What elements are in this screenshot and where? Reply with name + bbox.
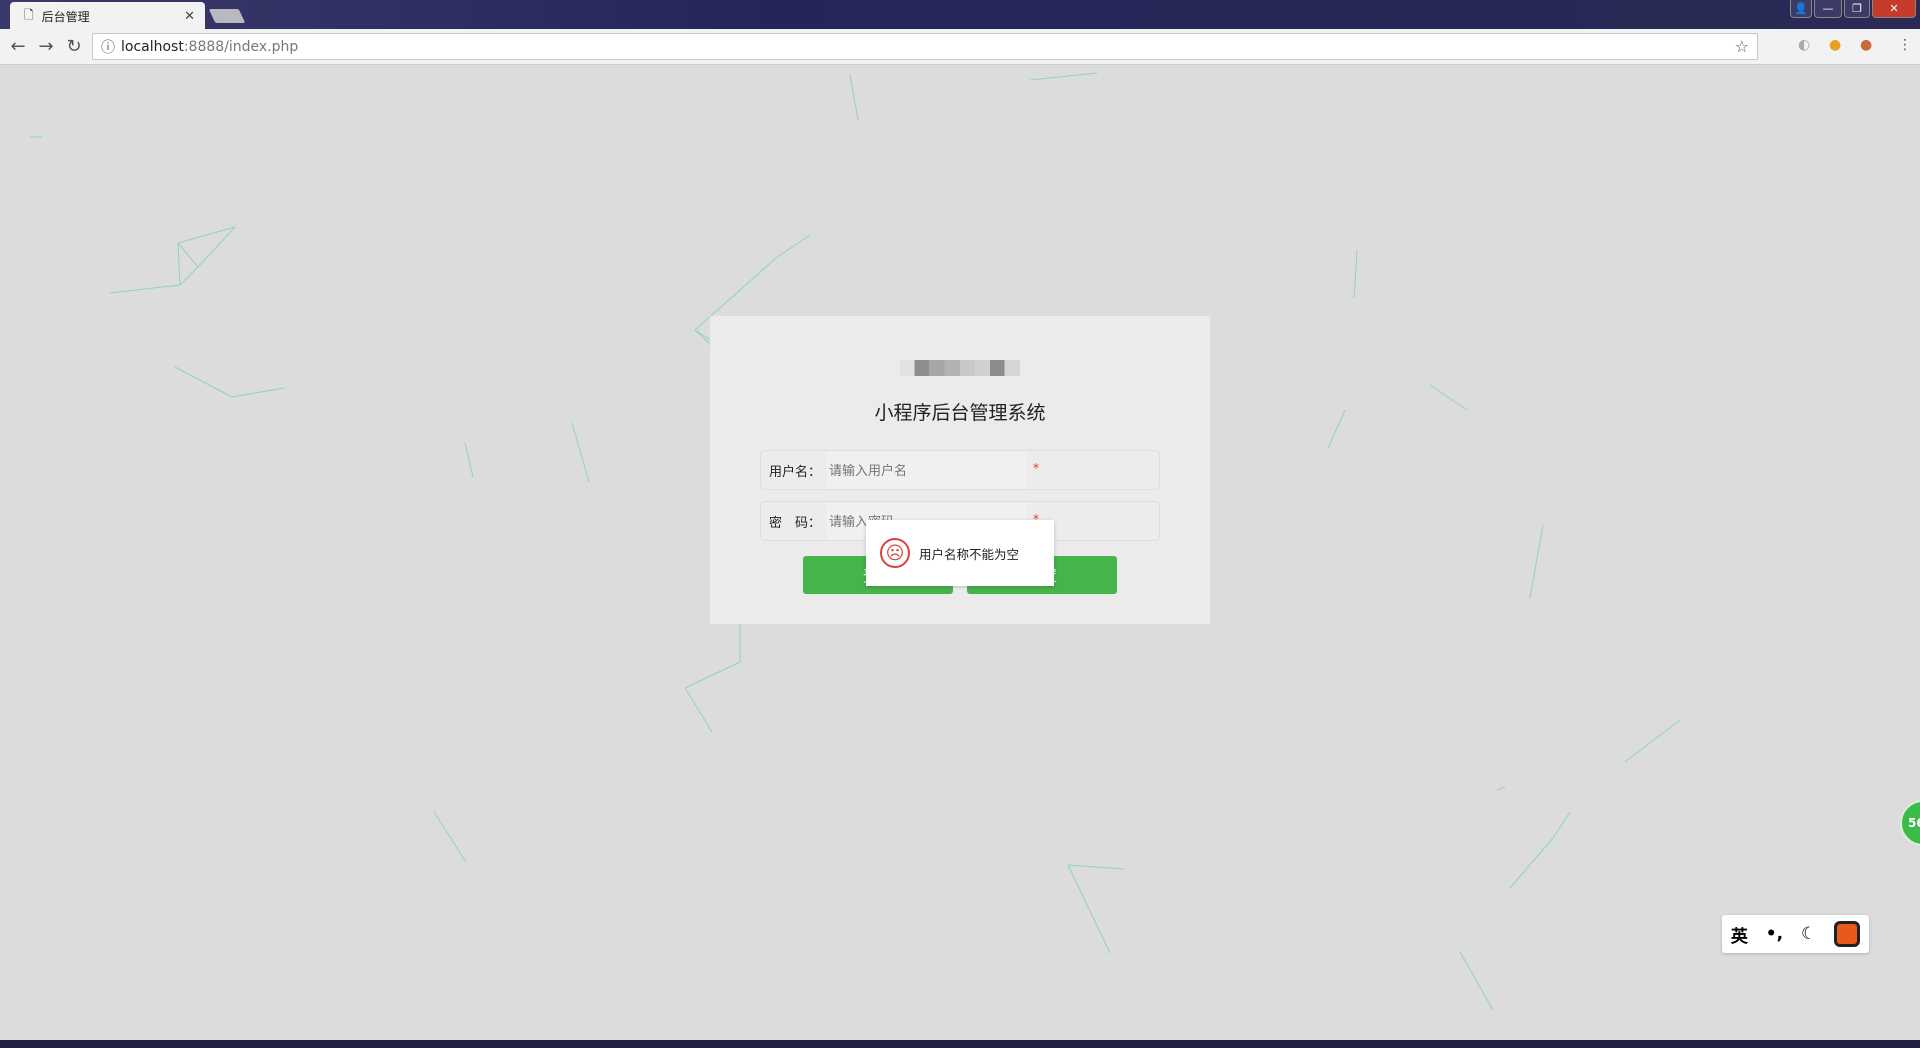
back-icon[interactable]: ← xyxy=(4,36,32,57)
url-host: localhost xyxy=(121,38,184,55)
username-field: 用户名： * xyxy=(760,450,1160,490)
ime-avatar-icon[interactable] xyxy=(1834,921,1861,947)
user-icon[interactable]: 👤 xyxy=(1790,0,1812,18)
address-bar[interactable]: ⓘ localhost:8888/index.php ☆ xyxy=(92,33,1758,60)
window-titlebar: 🗋 后台管理 ✕ 👤 — ❐ ✕ xyxy=(0,0,1920,30)
page-background: 小程序后台管理系统 用户名： * 密 码： * 登录 重置 ☹ 用户名称不能为空… xyxy=(0,65,1920,1040)
page-icon: 🗋 xyxy=(24,7,34,22)
restore-button[interactable]: ❐ xyxy=(1844,0,1870,18)
info-icon: ⓘ xyxy=(101,39,115,56)
close-window-button[interactable]: ✕ xyxy=(1872,0,1916,18)
error-toast: ☹ 用户名称不能为空 xyxy=(866,520,1054,586)
ime-punctuation[interactable]: •, xyxy=(1766,924,1783,944)
new-tab-button[interactable] xyxy=(208,9,246,23)
reload-icon[interactable]: ↻ xyxy=(60,36,88,57)
forward-icon[interactable]: → xyxy=(32,36,60,57)
bookmark-star-icon[interactable]: ☆ xyxy=(1735,37,1749,56)
extension-avatar-icon[interactable]: ● xyxy=(1860,37,1872,53)
menu-icon[interactable]: ⋮ xyxy=(1898,37,1912,53)
extension-cookie-icon[interactable]: ● xyxy=(1829,37,1841,53)
ime-toolbar[interactable]: 英 •, ☾ xyxy=(1722,915,1869,953)
tab-title: 后台管理 xyxy=(41,9,90,24)
username-input[interactable] xyxy=(827,451,1028,489)
browser-toolbar: ← → ↻ ⓘ localhost:8888/index.php ☆ ◐ ● ●… xyxy=(0,29,1920,65)
extension-weibo-icon[interactable]: ◐ xyxy=(1798,37,1810,53)
close-tab-icon[interactable]: ✕ xyxy=(184,9,195,24)
taskbar xyxy=(0,1040,1920,1048)
sad-face-icon: ☹ xyxy=(880,538,910,568)
username-label: 用户名： xyxy=(769,464,822,480)
logo-image xyxy=(900,360,1020,376)
page-title: 小程序后台管理系统 xyxy=(874,402,1046,424)
password-label: 密 码： xyxy=(769,515,822,531)
ime-mode[interactable]: 英 xyxy=(1731,922,1748,947)
url-path: :8888/index.php xyxy=(183,38,299,55)
minimize-button[interactable]: — xyxy=(1814,0,1842,18)
browser-tab[interactable]: 🗋 后台管理 ✕ xyxy=(10,2,205,30)
toast-message: 用户名称不能为空 xyxy=(919,546,1020,562)
required-mark: * xyxy=(1033,461,1039,475)
ime-moon-icon[interactable]: ☾ xyxy=(1801,924,1816,944)
